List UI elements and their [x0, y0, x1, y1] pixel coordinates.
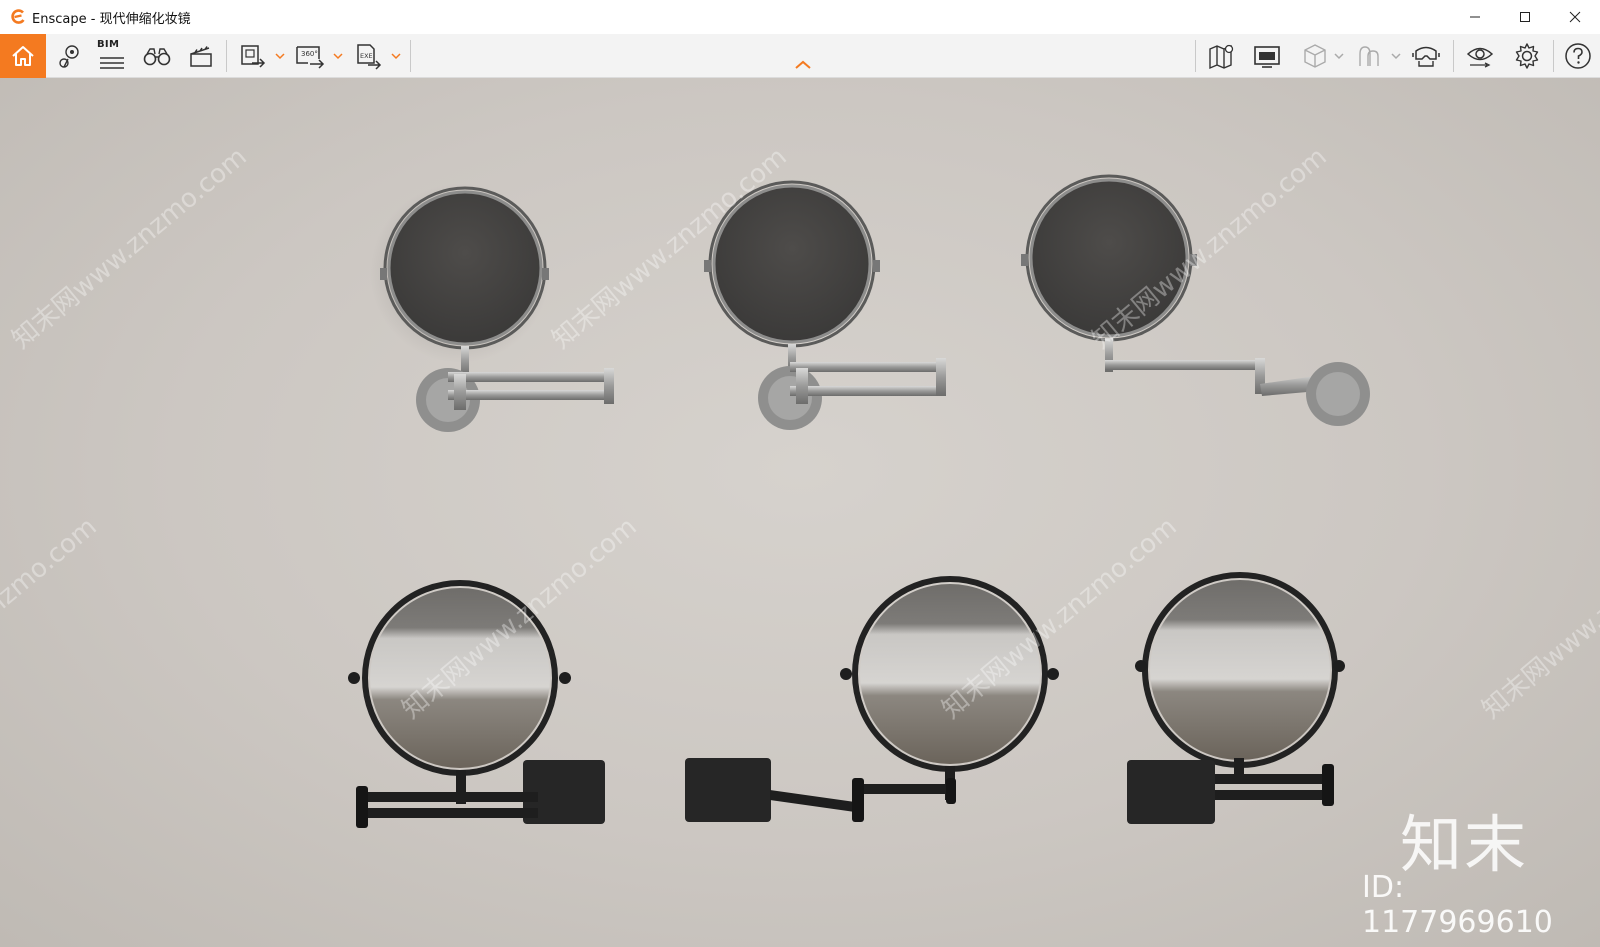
screen-preview-button[interactable] [1250, 34, 1284, 78]
chevron-down-icon [1391, 53, 1401, 60]
window-title: Enscape - 现代伸缩化妆镜 [32, 11, 191, 27]
export-exe-dropdown[interactable] [391, 34, 401, 78]
bim-label: BIM [97, 39, 120, 50]
svg-text:EXE: EXE [360, 52, 373, 60]
toolbar-separator [1453, 40, 1454, 72]
collapse-toolbar-button[interactable] [794, 34, 812, 78]
chrome-mirror-2 [704, 180, 946, 430]
close-icon [1569, 11, 1581, 23]
enscape-logo-icon [10, 9, 26, 25]
character-icon [1359, 46, 1379, 66]
chevron-up-icon [795, 60, 811, 69]
visual-settings-button[interactable] [1463, 34, 1497, 78]
export-360-dropdown[interactable] [333, 34, 343, 78]
toolbar-separator [1553, 40, 1554, 72]
render-viewport[interactable]: 知末网www.znzmo.com 知末网www.znzmo.com 知末网www… [0, 78, 1600, 947]
close-button[interactable] [1550, 0, 1600, 34]
toolbar-separator [1195, 40, 1196, 72]
asset-library-dropdown[interactable] [1334, 34, 1344, 78]
binoculars-icon [143, 48, 171, 66]
toolbar: BIM 360° EXE [0, 34, 1600, 78]
minimize-button[interactable] [1450, 0, 1500, 34]
clapperboard-icon [190, 46, 212, 67]
toolbar-separator [410, 40, 411, 72]
map-button[interactable] [1205, 34, 1239, 78]
chevron-down-icon [1334, 53, 1344, 60]
vr-headset-icon [1412, 46, 1440, 67]
settings-gear-icon [1515, 43, 1539, 69]
minimize-icon [1470, 16, 1480, 18]
mirror-render-scene [348, 174, 1370, 828]
chevron-down-icon [391, 53, 401, 60]
eye-icon [1466, 47, 1494, 68]
help-button[interactable] [1561, 34, 1595, 78]
black-mirror-2 [685, 576, 1059, 822]
maximize-button[interactable] [1500, 0, 1550, 34]
people-dropdown[interactable] [1391, 34, 1401, 78]
chrome-mirror-3 [1021, 174, 1370, 426]
home-icon [12, 46, 34, 66]
chevron-down-icon [333, 53, 343, 60]
export-image-icon [241, 45, 266, 68]
cube-icon [1304, 44, 1326, 68]
location-pin-icon [59, 45, 79, 68]
svg-text:360°: 360° [301, 50, 318, 58]
home-button[interactable] [0, 34, 46, 78]
title-bar: Enscape - 现代伸缩化妆镜 [0, 0, 1600, 34]
export-exe-button[interactable]: EXE [351, 34, 385, 78]
map-icon [1209, 44, 1234, 70]
image-id-watermark: ID: 1177969610 [1362, 870, 1553, 940]
maximize-icon [1520, 12, 1530, 22]
export-360-icon: 360° [296, 46, 325, 69]
people-button[interactable] [1352, 34, 1386, 78]
asset-library-button[interactable] [1298, 34, 1332, 78]
screen-preview-icon [1254, 46, 1280, 68]
export-image-dropdown[interactable] [275, 34, 285, 78]
chevron-down-icon [275, 53, 285, 60]
settings-button[interactable] [1510, 34, 1544, 78]
black-mirror-1 [348, 580, 605, 828]
export-360-button[interactable]: 360° [293, 34, 327, 78]
toolbar-separator [226, 40, 227, 72]
vr-headset-button[interactable] [1409, 34, 1443, 78]
help-icon [1565, 43, 1591, 69]
export-exe-icon: EXE [357, 44, 382, 70]
export-image-button[interactable] [236, 34, 270, 78]
views-button[interactable] [52, 34, 86, 78]
walk-mode-button[interactable] [140, 34, 174, 78]
black-mirror-3 [1127, 572, 1345, 824]
video-editor-button[interactable] [184, 34, 218, 78]
